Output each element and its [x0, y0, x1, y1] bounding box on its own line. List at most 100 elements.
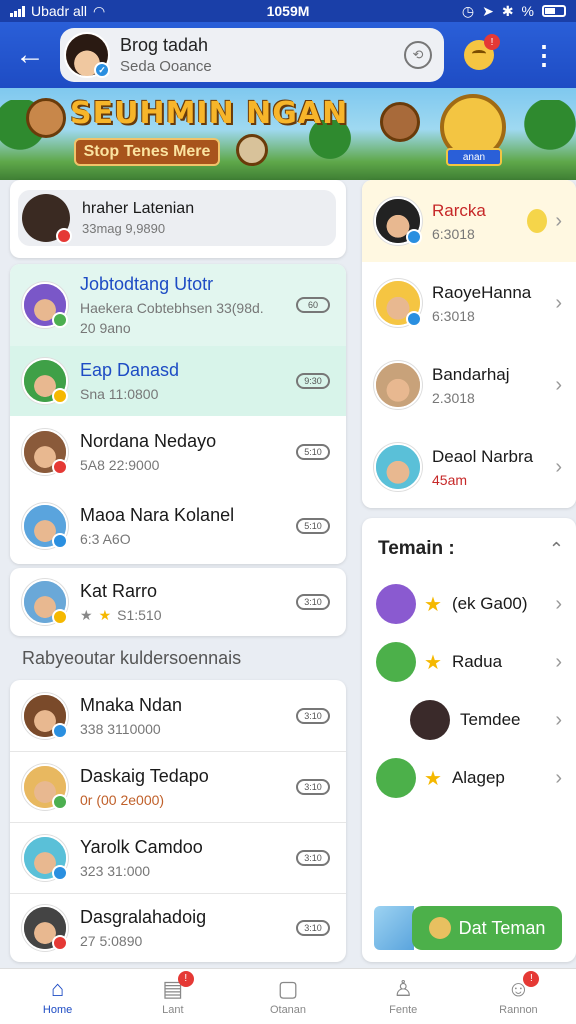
- chat-name: Dasgralahadoig: [80, 907, 207, 927]
- add-friend-icon: [428, 917, 451, 939]
- friend-row[interactable]: ★ Alagep ›: [362, 754, 576, 802]
- chevron-right-icon: ›: [555, 209, 562, 232]
- contact-row[interactable]: Deaol Narbra 45am ›: [362, 426, 576, 508]
- search-field[interactable]: ✓ Brog tadah Seda Ooance ⟲: [60, 28, 444, 82]
- nav-label: Fente: [389, 1004, 418, 1016]
- chat-row[interactable]: Kat Rarro ★ ★ S1:510 3:10: [10, 568, 346, 636]
- chat-name: Yarolk Camdoo: [80, 836, 203, 857]
- nav-label: Rannon: [499, 1004, 538, 1016]
- notification-button[interactable]: !: [444, 34, 514, 70]
- clear-search-button[interactable]: ⟲: [404, 41, 432, 69]
- nav-home[interactable]: ⌂ Home: [0, 969, 115, 1024]
- chat-name: Daskaig Tedapo: [80, 765, 209, 786]
- nav-label: Otanan: [269, 1004, 307, 1016]
- unread-badge: 60: [296, 297, 330, 313]
- section-label: Rabyeoutar kuldersoennais: [22, 648, 242, 668]
- search-name: Brog tadah: [120, 35, 209, 55]
- unread-badge: 3:10: [296, 920, 330, 936]
- friend-row[interactable]: ★ (ek Ga00) ›: [362, 580, 576, 628]
- chat-row[interactable]: Maoa Nara Kolanel 6:3 A6O 5:10: [10, 488, 346, 564]
- chat-preview: Sna 11:0800: [80, 386, 159, 402]
- chat-preview: 323 31:000: [80, 862, 151, 879]
- profile-card[interactable]: hraher Latenian 33mag 9,9890: [10, 180, 346, 258]
- unread-badge: 3:10: [296, 707, 330, 724]
- contact-row[interactable]: RaoyeHanna 6:3018 ›: [362, 262, 576, 344]
- unread-badge: 3:10: [296, 778, 330, 795]
- chat-row[interactable]: Jobtodtang Utotr Haekera Cobtebhsen 33(98…: [10, 264, 346, 346]
- add-friend-label: Dat Teman: [458, 917, 546, 938]
- chat-list-pinned: Kat Rarro ★ ★ S1:510 3:10: [10, 568, 346, 636]
- bluetooth-icon: ✱: [501, 2, 514, 19]
- chat-row[interactable]: Daskaig Tedapo 0r (00 2e000) 3:10: [10, 751, 346, 822]
- chat-row[interactable]: Nordana Nedayo 5A8 22:9000 5:10: [10, 416, 346, 488]
- friends-card: Temain : ⌃ ★ (ek Ga00) › ★ Radua › Temdee › ★ Ala…: [362, 518, 576, 962]
- friend-row[interactable]: ★ Radua ›: [362, 638, 576, 686]
- chat-time: 20 9ano: [80, 320, 131, 336]
- chat-preview: Haekera Cobtebhsen 33(98d.: [80, 300, 264, 316]
- unread-badge: 3:10: [296, 594, 330, 610]
- more-options-button[interactable]: ⋮: [514, 42, 574, 68]
- friend-name: Radua: [451, 652, 503, 671]
- avatar: [22, 905, 68, 951]
- chat-name: Eap Danasd: [80, 360, 180, 380]
- nav-badge: !: [523, 971, 540, 987]
- chat-name: Maoa Nara Kolanel: [80, 505, 235, 525]
- chat-list: Jobtodtang Utotr Haekera Cobtebhsen 33(98…: [10, 264, 346, 564]
- status-dot-icon: [52, 533, 68, 549]
- chat-name: Kat Rarro: [80, 580, 158, 601]
- chat-row[interactable]: Eap Danasd Sna 11:0800 9:30: [10, 346, 346, 416]
- clock: 1059M: [266, 3, 310, 19]
- bottom-nav: ⌂ Home ▤! Lant ▢ Otanan ♙ Fente ☺! Rannon: [0, 968, 576, 1024]
- promo-banner[interactable]: SEUHMIN NGAN Stop Tenes Mere anan: [0, 88, 576, 180]
- character-mid-icon: [236, 134, 268, 166]
- star-icon: ★: [424, 767, 442, 790]
- chat-row[interactable]: Dasgralahadoig 27 5:0890 3:10: [10, 893, 346, 962]
- contact-row[interactable]: Rarcka 6:3018 ›: [362, 180, 576, 262]
- contact-sub: 6:3018: [432, 307, 475, 324]
- avatar: [22, 503, 68, 549]
- friend-row[interactable]: Temdee ›: [362, 696, 576, 744]
- avatar: [22, 429, 68, 475]
- add-friend-button[interactable]: Dat Teman: [412, 906, 562, 950]
- chevron-right-icon: ›: [555, 592, 562, 615]
- location-icon: ➤: [482, 2, 494, 19]
- chat-name: Nordana Nedayo: [80, 431, 217, 451]
- status-dot-icon: [52, 793, 68, 810]
- search-subtitle: Seda Ooance: [120, 58, 212, 75]
- nav-lant[interactable]: ▤! Lant: [115, 969, 230, 1024]
- avatar: [374, 197, 422, 245]
- avatar: [374, 279, 422, 327]
- chat-row[interactable]: Mnaka Ndan 338 3110000 3:10: [10, 680, 346, 751]
- square-icon: ▢: [277, 976, 299, 1001]
- avatar[interactable]: ✓: [64, 32, 110, 78]
- avatar: [22, 194, 72, 244]
- contact-name: RaoyeHanna: [432, 282, 532, 302]
- collapse-chevron-icon[interactable]: ⌃: [549, 539, 564, 560]
- chat-preview: S1:510: [117, 607, 162, 623]
- nav-otanan[interactable]: ▢ Otanan: [230, 969, 345, 1024]
- medal-tag: anan: [446, 148, 502, 166]
- unread-badge: 9:30: [296, 373, 330, 389]
- chat-icon: ▤!: [160, 971, 194, 1001]
- profile-sub: 33mag 9,9890: [82, 221, 166, 236]
- emoji-icon: [527, 209, 548, 233]
- back-button[interactable]: ←: [0, 22, 60, 88]
- chat-preview: 27 5:0890: [80, 933, 143, 949]
- alarm-icon: ◷: [461, 2, 475, 19]
- unread-badge: 3:10: [296, 849, 330, 866]
- avatar: [22, 579, 68, 625]
- nav-rannon[interactable]: ☺! Rannon: [461, 969, 576, 1024]
- signal-icon: [10, 5, 25, 17]
- banner-button[interactable]: Stop Tenes Mere: [74, 138, 220, 166]
- nav-fente[interactable]: ♙ Fente: [346, 969, 461, 1024]
- chevron-right-icon: ›: [555, 708, 562, 731]
- status-dot-icon: [52, 722, 68, 739]
- chat-row[interactable]: Yarolk Camdoo 323 31:000 3:10: [10, 822, 346, 893]
- verified-icon: ✓: [94, 62, 110, 78]
- avatar: [22, 358, 68, 404]
- contact-row[interactable]: Bandarhaj 2.3018 ›: [362, 344, 576, 426]
- contact-name: Deaol Narbra: [432, 446, 534, 466]
- friend-name: Alagep: [451, 768, 505, 787]
- carrier-label: Ubadr all: [31, 3, 88, 19]
- star-gray-icon: ★: [80, 606, 93, 623]
